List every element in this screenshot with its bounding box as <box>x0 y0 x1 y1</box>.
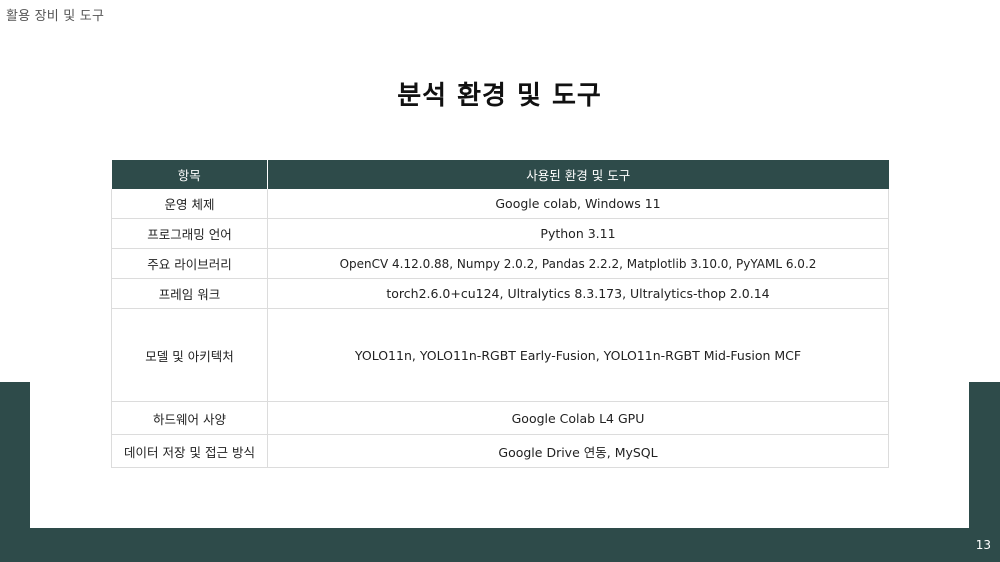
table-row: 프레임 워크 torch2.6.0+cu124, Ultralytics 8.3… <box>111 278 889 309</box>
row-value-language: Python 3.11 <box>267 218 889 249</box>
table-row: 주요 라이브러리 OpenCV 4.12.0.88, Numpy 2.0.2, … <box>111 248 889 279</box>
row-item-model: 모델 및 아키텍처 <box>111 308 268 402</box>
table-row: 하드웨어 사양 Google Colab L4 GPU <box>111 401 889 435</box>
table-header-row: 항목 사용된 환경 및 도구 <box>111 160 889 189</box>
slide-title: 분석 환경 및 도구 <box>397 81 602 111</box>
row-item-framework: 프레임 워크 <box>111 278 268 309</box>
row-item-language: 프로그래밍 언어 <box>111 218 268 249</box>
table-row: 데이터 저장 및 접근 방식 Google Drive 연동, MySQL <box>111 434 889 468</box>
environment-table: 항목 사용된 환경 및 도구 운영 체제 Google colab, Windo… <box>111 160 889 468</box>
row-item-hardware: 하드웨어 사양 <box>111 401 268 435</box>
row-item-libraries: 주요 라이브러리 <box>111 248 268 279</box>
row-value-os: Google colab, Windows 11 <box>267 189 889 219</box>
row-item-storage: 데이터 저장 및 접근 방식 <box>111 434 268 468</box>
row-value-model: YOLO11n, YOLO11n-RGBT Early-Fusion, YOLO… <box>267 308 889 402</box>
row-value-framework: torch2.6.0+cu124, Ultralytics 8.3.173, U… <box>267 278 889 309</box>
page-number: 13 <box>975 538 991 552</box>
row-item-os: 운영 체제 <box>111 189 268 219</box>
table-row: 모델 및 아키텍처 YOLO11n, YOLO11n-RGBT Early-Fu… <box>111 308 889 402</box>
row-value-libraries: OpenCV 4.12.0.88, Numpy 2.0.2, Pandas 2.… <box>267 248 889 279</box>
row-value-hardware: Google Colab L4 GPU <box>267 401 889 435</box>
section-label: 활용 장비 및 도구 <box>6 9 105 24</box>
header-item: 항목 <box>111 160 268 189</box>
slide-content-card: 분석 환경 및 도구 항목 사용된 환경 및 도구 운영 체제 Google c… <box>30 33 969 528</box>
table-row: 프로그래밍 언어 Python 3.11 <box>111 218 889 249</box>
row-value-storage: Google Drive 연동, MySQL <box>267 434 889 468</box>
header-environment: 사용된 환경 및 도구 <box>267 160 889 189</box>
table-row: 운영 체제 Google colab, Windows 11 <box>111 189 889 219</box>
